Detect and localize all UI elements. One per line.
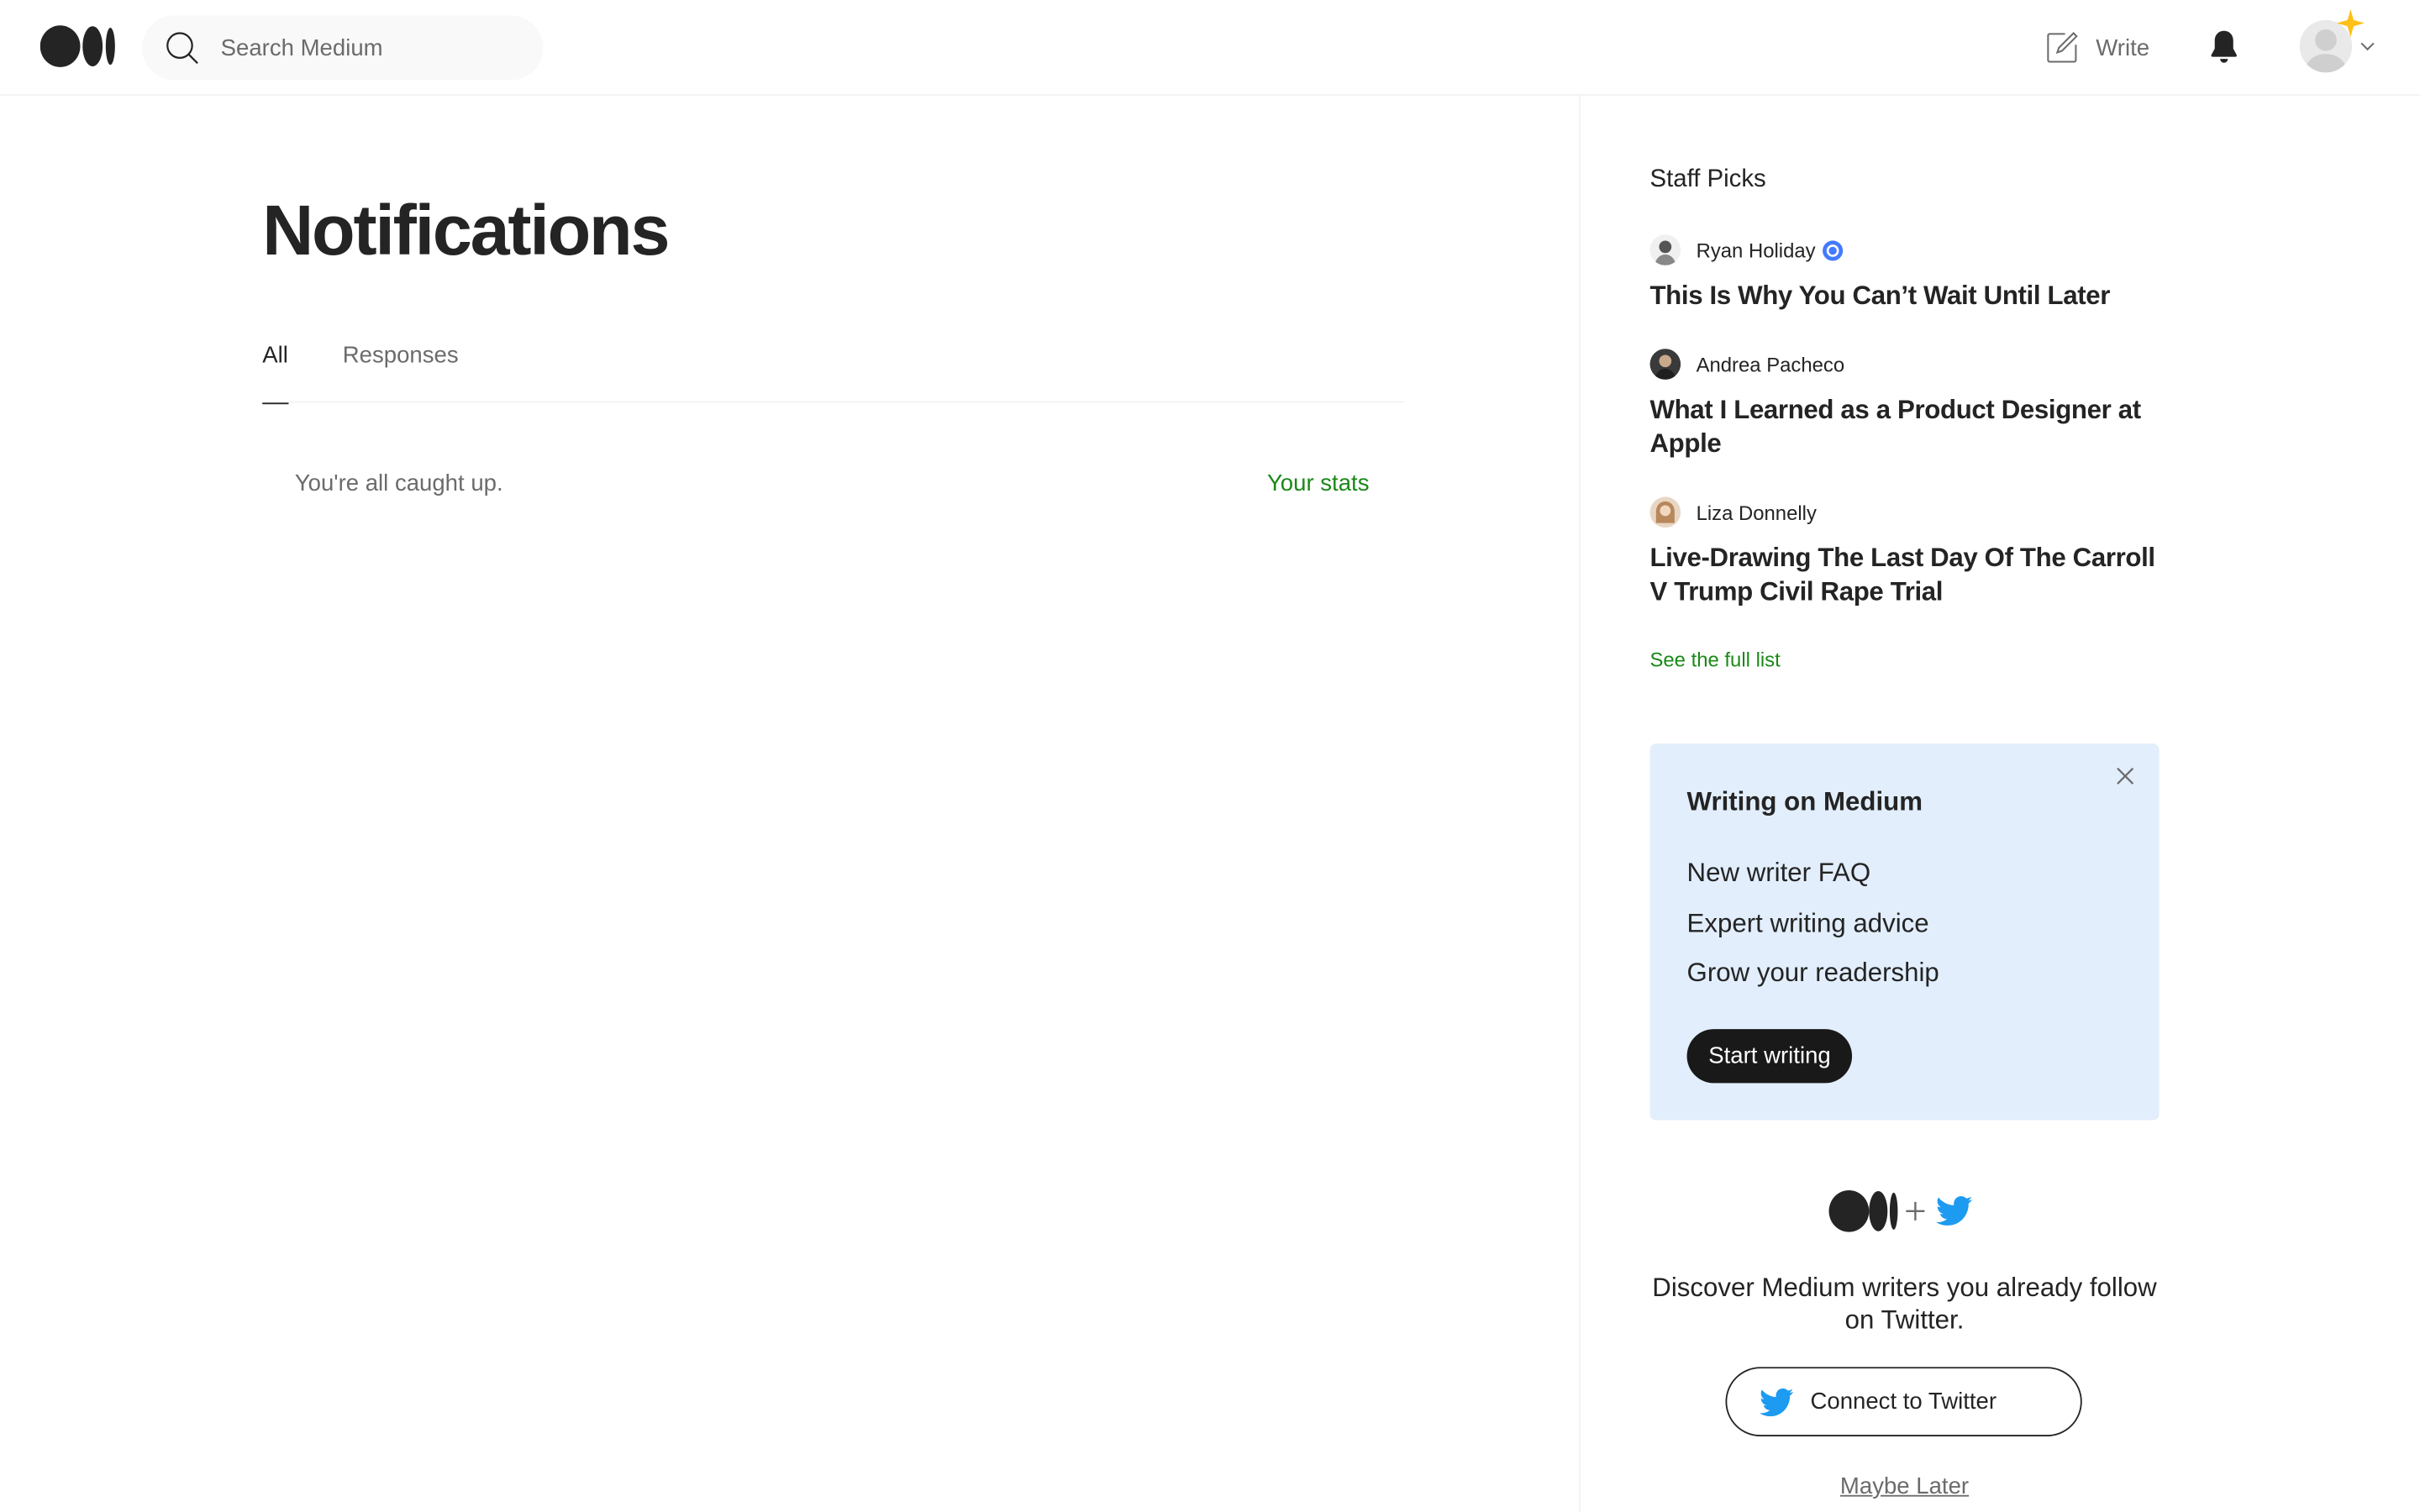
connect-twitter-label: Connect to Twitter — [1810, 1389, 1997, 1415]
page-title: Notifications — [262, 189, 670, 270]
author-avatar — [1649, 496, 1681, 528]
search-icon — [166, 32, 198, 65]
expert-writing-advice-link[interactable]: Expert writing advice — [1687, 909, 1929, 940]
verified-badge-icon — [1823, 239, 1844, 260]
write-button[interactable]: Write — [2044, 28, 2149, 68]
author-name: Andrea Pacheco — [1696, 352, 1845, 376]
tab-all[interactable]: All — [262, 343, 288, 405]
pick-title[interactable]: Live-Drawing The Last Day Of The Carroll… — [1649, 542, 2174, 610]
tab-responses[interactable]: Responses — [343, 343, 459, 403]
grow-readership-link[interactable]: Grow your readership — [1687, 958, 1939, 990]
close-icon[interactable] — [2112, 764, 2137, 788]
search-input[interactable] — [220, 15, 530, 81]
pick-title[interactable]: This Is Why You Can’t Wait Until Later — [1649, 279, 2174, 312]
card-title: Writing on Medium — [1686, 786, 1923, 816]
writing-on-medium-card: Writing on Medium New writer FAQ Expert … — [1649, 743, 2160, 1121]
pick-author[interactable]: Andrea Pacheco — [1649, 347, 2174, 381]
twitter-bird-icon — [1759, 1388, 1794, 1416]
start-writing-button[interactable]: Start writing — [1686, 1029, 1853, 1084]
top-nav: Write — [0, 0, 2420, 96]
sparkle-icon — [2336, 9, 2365, 38]
pick-author[interactable]: Liza Donnelly — [1649, 496, 2174, 529]
author-name: Ryan Holiday — [1696, 238, 1816, 262]
author-avatar — [1649, 234, 1681, 265]
medium-plus-twitter-icon — [1828, 1190, 1973, 1232]
staff-picks-heading: Staff Picks — [1649, 166, 1766, 193]
staff-pick-item: Liza Donnelly Live-Drawing The Last Day … — [1649, 496, 2174, 610]
page: Write Notifications All Resp — [0, 0, 2420, 1512]
connect-twitter-button[interactable]: Connect to Twitter — [1725, 1367, 2082, 1437]
new-writer-faq-link[interactable]: New writer FAQ — [1687, 858, 1871, 889]
pick-title[interactable]: What I Learned as a Product Designer at … — [1649, 393, 2174, 461]
see-full-list-link[interactable]: See the full list — [1649, 648, 1780, 671]
staff-pick-item: Andrea Pacheco What I Learned as a Produ… — [1649, 347, 2174, 461]
main-content: Notifications All Responses You're all c… — [0, 96, 1581, 1512]
medium-logo-icon[interactable] — [39, 24, 118, 67]
empty-state-message: You're all caught up. — [294, 470, 503, 497]
pick-author[interactable]: Ryan Holiday — [1649, 233, 2174, 266]
search-box — [141, 15, 544, 81]
right-sidebar: Staff Picks Ryan Holiday This Is Why You… — [1578, 95, 2420, 1512]
author-name: Liza Donnelly — [1696, 501, 1817, 524]
maybe-later-link[interactable]: Maybe Later — [1649, 1473, 2159, 1499]
notifications-bell-icon[interactable] — [2206, 28, 2243, 65]
user-avatar-menu[interactable] — [2296, 9, 2383, 80]
write-icon — [2047, 32, 2078, 63]
chevron-down-icon — [2360, 42, 2375, 51]
notification-tabs: All Responses — [262, 343, 1405, 405]
author-avatar — [1649, 349, 1681, 380]
twitter-discover-text: Discover Medium writers you already foll… — [1652, 1273, 2157, 1335]
write-label: Write — [2096, 34, 2150, 61]
staff-pick-item: Ryan Holiday This Is Why You Can’t Wait … — [1649, 233, 2174, 313]
your-stats-link[interactable]: Your stats — [1267, 470, 1370, 496]
